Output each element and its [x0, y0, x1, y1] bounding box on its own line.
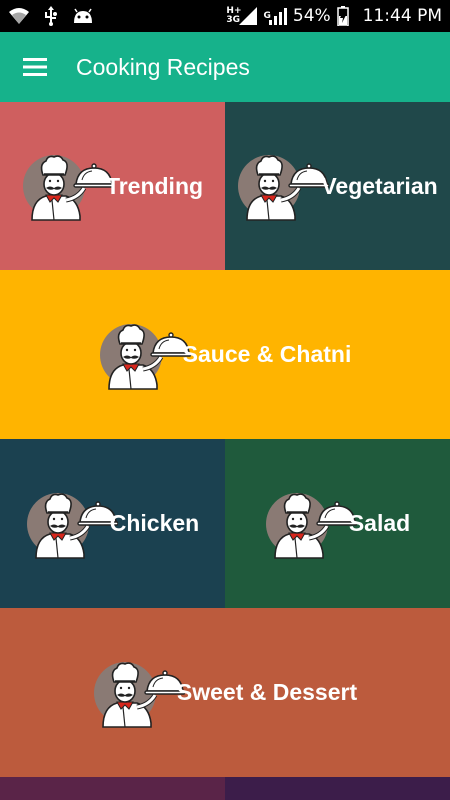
category-label: Trending — [105, 172, 204, 199]
battery-charging-icon — [336, 6, 349, 26]
menu-button[interactable] — [0, 32, 70, 102]
category-label: Sweet & Dessert — [176, 679, 358, 705]
category-tile-vegetarian[interactable]: Vegetarian — [225, 102, 450, 270]
chef-serving-icon — [26, 492, 118, 559]
category-tile-sweet-dessert[interactable]: Sweet & Dessert — [0, 608, 450, 777]
status-bar: H+ 3G G 54% 11:44 PM — [0, 0, 450, 32]
clock: 11:44 PM — [362, 6, 442, 26]
category-grid: Trending Vegetarian Sauce & Chatni Chick… — [0, 102, 450, 800]
chef-serving-icon — [238, 155, 330, 221]
category-label: Sauce & Chatni — [182, 341, 352, 367]
usb-icon — [44, 6, 58, 26]
chef-serving-icon — [22, 155, 114, 221]
category-tile-partial-right[interactable] — [225, 777, 450, 800]
category-label: Vegetarian — [321, 172, 438, 199]
android-icon — [72, 8, 94, 24]
category-label: Chicken — [109, 510, 200, 536]
hamburger-menu-icon — [23, 58, 47, 76]
network-type-1-sub: 3G — [226, 15, 241, 25]
category-tile-trending[interactable]: Trending — [0, 102, 225, 270]
category-tile-chicken[interactable]: Chicken — [0, 439, 225, 608]
category-label: Salad — [348, 510, 411, 536]
battery-percent: 54% — [292, 6, 331, 26]
chef-serving-icon — [99, 323, 191, 390]
signal-icon-2: G — [263, 7, 287, 25]
category-tile-partial-left[interactable] — [0, 777, 225, 800]
app-bar: Cooking Recipes — [0, 32, 450, 102]
category-tile-sauce-chatni[interactable]: Sauce & Chatni — [0, 270, 450, 439]
category-tile-salad[interactable]: Salad — [225, 439, 450, 608]
wifi-icon — [8, 7, 30, 25]
chef-serving-icon — [265, 492, 357, 559]
signal-icon-1: H+ 3G — [226, 7, 258, 25]
chef-serving-icon — [93, 661, 185, 728]
app-title: Cooking Recipes — [76, 53, 250, 80]
